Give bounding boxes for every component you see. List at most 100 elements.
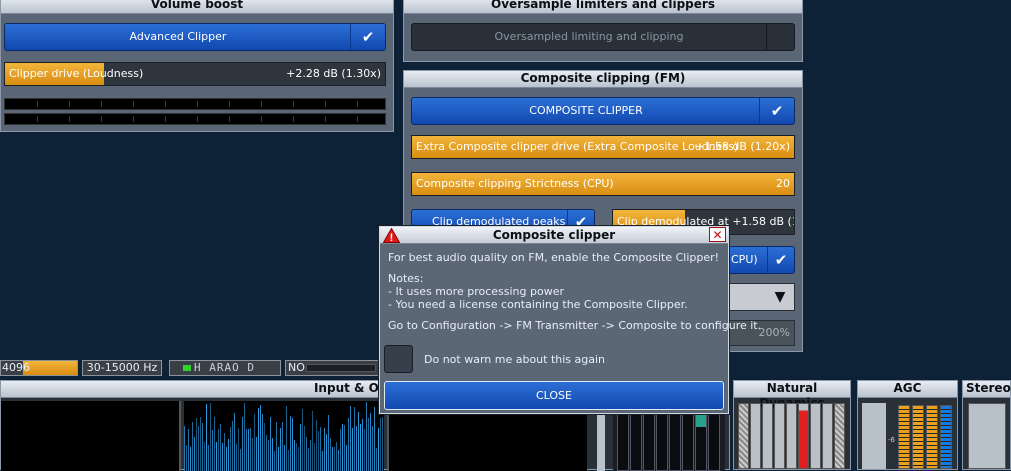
spectrum-bar — [330, 438, 331, 471]
spectrum-bar — [194, 437, 195, 471]
agc-input-meter — [862, 403, 886, 469]
spectrum-bar — [374, 407, 375, 471]
natural-dynamics-meter — [834, 403, 845, 469]
spectrum-bar — [306, 437, 307, 471]
agc-meter — [926, 405, 938, 469]
meter-segment — [197, 116, 198, 122]
natural-dynamics-meter — [774, 403, 785, 469]
spectrum-bar — [346, 445, 347, 471]
spectrum-bar — [254, 414, 255, 471]
spectrum-bar — [334, 447, 335, 471]
dialog-titlebar: ! Composite clipper ✕ — [380, 227, 728, 244]
check-icon: ✔ — [759, 98, 794, 124]
strictness-label: Composite clipping Strictness (CPU) — [416, 173, 614, 195]
input-spectrum — [184, 401, 384, 471]
spectrum-bar — [358, 412, 359, 471]
spectrum-bar — [350, 406, 351, 471]
check-icon: ✔ — [350, 24, 385, 50]
close-icon[interactable]: ✕ — [709, 227, 726, 242]
spectrum-bar — [234, 413, 235, 471]
meter-segment — [37, 101, 38, 107]
spectrum-bar — [288, 450, 289, 471]
no-meter — [306, 364, 376, 372]
spectrum-bar — [286, 406, 287, 471]
spectrum-bar — [298, 447, 299, 471]
spectrum-bar — [216, 442, 217, 471]
spectrum-bar — [344, 425, 345, 471]
oversample-toggle — [766, 24, 794, 50]
close-button[interactable]: CLOSE — [384, 381, 724, 410]
spectrum-bar — [270, 417, 271, 471]
strictness-slider[interactable]: Composite clipping Strictness (CPU) 20 — [411, 172, 795, 196]
extra-composite-drive-slider[interactable]: Extra Composite clipper drive (Extra Com… — [411, 135, 795, 159]
meter-segment — [69, 101, 70, 107]
spectrum-bar — [212, 430, 213, 471]
volume-boost-title: Volume boost — [1, 0, 393, 14]
spectrum-bar — [230, 427, 231, 471]
spectrum-bar — [258, 408, 259, 471]
meter-segment — [261, 116, 262, 122]
spectrum-bar — [356, 426, 357, 471]
meter-segment — [133, 101, 134, 107]
meter-segment — [69, 116, 70, 122]
spectrum-bar — [308, 448, 309, 471]
dont-warn-checkbox[interactable] — [384, 345, 413, 373]
spectrum-bar — [190, 447, 191, 471]
spectrum-bar — [382, 417, 383, 471]
spectrum-bar — [204, 442, 205, 471]
spectrum-bar — [284, 445, 285, 471]
spectrum-bar — [226, 447, 227, 471]
spectrum-bar — [304, 426, 305, 471]
natural-dynamics-meter — [810, 403, 821, 469]
natural-dynamics-meter — [762, 403, 773, 469]
clipper-drive-slider[interactable]: Clipper drive (Loudness) +2.28 dB (1.30x… — [4, 62, 386, 86]
no-label: NO — [286, 361, 305, 374]
spectrum-bar — [260, 405, 261, 471]
close-button-label: CLOSE — [536, 389, 572, 402]
meter-segment — [37, 116, 38, 122]
advanced-clipper-button[interactable]: Advanced Clipper ✔ — [4, 23, 386, 51]
composite-clipper-dialog: ! Composite clipper ✕ For best audio qua… — [379, 226, 729, 414]
spectrum-bar — [214, 417, 215, 471]
spectrum-bar — [262, 414, 263, 471]
spectrum-bar — [280, 428, 281, 471]
input-spectrum-left — [1, 401, 181, 471]
spectrum-bar — [352, 428, 353, 471]
stereo-title: Stereo — [963, 381, 1010, 398]
meter-segment — [101, 116, 102, 122]
spectrum-bar — [246, 429, 247, 471]
spectrum-bar — [378, 428, 379, 471]
oversample-button[interactable]: Oversampled limiting and clipping — [411, 23, 795, 51]
spectrum-bar — [218, 429, 219, 471]
spectrum-bar — [372, 426, 373, 471]
spectrum-bar — [322, 451, 323, 471]
dont-warn-label: Do not warn me about this again — [424, 353, 605, 366]
spectrum-bar — [294, 440, 295, 471]
spectrum-bar — [296, 443, 297, 471]
natural-dynamics-meter — [798, 403, 809, 469]
spectrum-bar — [332, 447, 333, 471]
meter-segment — [261, 101, 262, 107]
spectrum-bar — [278, 447, 279, 471]
agc-meter — [912, 405, 924, 469]
frequency-range: 30-15000 Hz — [87, 361, 158, 374]
spectrum-bar — [242, 417, 243, 471]
clipper-drive-label: Clipper drive (Loudness) — [9, 63, 143, 85]
spectrum-bar — [362, 419, 363, 471]
spectrum-bar — [312, 411, 313, 471]
spectrum-bar — [380, 418, 381, 471]
spectrum-bar — [256, 437, 257, 471]
extra-composite-drive-value: +1.58 dB (1.20x) — [695, 136, 790, 158]
spectrum-bar — [210, 403, 211, 471]
natural-dynamics-meter — [750, 403, 761, 469]
stereo-meter — [968, 403, 1006, 469]
dialog-note-1: - It uses more processing power — [388, 285, 564, 298]
no-indicator-box: NO — [285, 360, 380, 376]
natural-dynamics-meter — [738, 403, 749, 469]
spectrum-bar — [338, 450, 339, 471]
composite-clipper-button[interactable]: COMPOSITE CLIPPER ✔ — [411, 97, 795, 125]
spectrum-bar — [370, 413, 371, 471]
extra-composite-drive-label: Extra Composite clipper drive (Extra Com… — [416, 136, 738, 158]
spectrum-bar — [318, 431, 319, 471]
spectrum-bar — [314, 443, 315, 471]
